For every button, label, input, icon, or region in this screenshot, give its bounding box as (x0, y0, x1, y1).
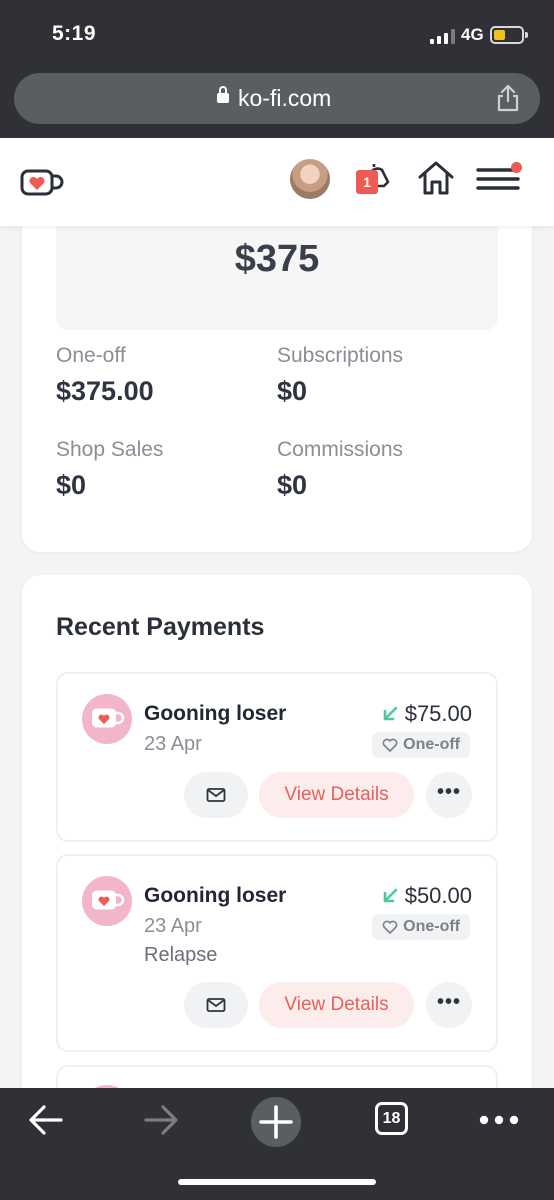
kofi-cup-icon (92, 708, 125, 728)
payment-type-tag: One-off (372, 732, 470, 758)
supporter-avatar (82, 876, 132, 926)
view-details-button[interactable]: View Details (259, 772, 414, 818)
stat-label-subscriptions: Subscriptions (277, 344, 404, 367)
stat-value-commissions: $0 (277, 470, 308, 500)
stat-value-subscriptions: $0 (277, 376, 308, 406)
payment-date: 23 Apr (144, 915, 202, 937)
payment-type-tag: One-off (372, 914, 470, 940)
lock-icon (217, 86, 229, 103)
payment-type-label: One-off (403, 918, 460, 935)
kofi-cup-icon (92, 890, 125, 910)
stat-value-shop-sales: $0 (56, 470, 87, 500)
browser-toolbar: 18 (0, 1088, 554, 1200)
incoming-arrow-icon (383, 706, 398, 721)
payment-amount: $50.00 (381, 883, 472, 909)
network-type: 4G (461, 25, 484, 44)
message-button[interactable] (184, 982, 248, 1028)
home-icon[interactable] (417, 160, 455, 196)
tab-count-button[interactable]: 18 (375, 1102, 408, 1135)
kofi-logo-icon[interactable] (20, 168, 64, 198)
payment-amount-value: $75.00 (404, 701, 472, 726)
forward-arrow-icon[interactable] (143, 1102, 179, 1138)
battery-icon (490, 26, 528, 44)
heart-outline-icon (382, 738, 398, 752)
stat-label-shop-sales: Shop Sales (56, 438, 164, 461)
more-options-button[interactable]: ••• (426, 982, 472, 1028)
payment-amount: $75.00 (381, 701, 472, 727)
notification-badge: 1 (356, 170, 378, 194)
new-tab-plus-icon[interactable] (250, 1096, 302, 1148)
menu-alert-dot (511, 162, 522, 173)
status-time: 5:19 (52, 22, 97, 45)
notifications-button[interactable]: 1 (356, 160, 392, 196)
signal-icon (430, 28, 455, 44)
user-avatar[interactable] (290, 159, 330, 199)
heart-outline-icon (382, 920, 398, 934)
recent-payments-card: Recent Payments Gooning loser 23 Apr $75… (22, 575, 532, 1135)
supporter-name: Gooning loser (144, 702, 287, 725)
recent-payments-title: Recent Payments (56, 613, 265, 641)
payment-date: 23 Apr (144, 733, 202, 755)
site-header: 1 (0, 138, 554, 226)
payment-amount-value: $50.00 (404, 883, 472, 908)
stat-value-one-off: $375.00 (56, 376, 154, 406)
payment-item: Gooning loser 23 Apr Relapse $50.00 One-… (56, 854, 498, 1052)
stat-label-commissions: Commissions (277, 438, 404, 461)
earnings-summary-card: $375 One-off $375.00 Subscriptions $0 Sh… (22, 190, 532, 552)
share-icon[interactable] (496, 84, 520, 112)
supporter-avatar (82, 694, 132, 744)
incoming-arrow-icon (383, 888, 398, 903)
payment-item: Gooning loser 23 Apr $75.00 One-off View… (56, 672, 498, 842)
status-bar: 5:19 4G (0, 0, 554, 66)
more-menu-icon[interactable] (478, 1108, 520, 1132)
supporter-name: Gooning loser (144, 884, 287, 907)
home-indicator (178, 1179, 376, 1185)
url-text: ko-fi.com (238, 85, 332, 111)
view-details-button[interactable]: View Details (259, 982, 414, 1028)
url-bar[interactable]: ko-fi.com (14, 73, 540, 124)
back-arrow-icon[interactable] (28, 1102, 64, 1138)
stat-label-one-off: One-off (56, 344, 126, 367)
total-earnings-value: $375 (234, 238, 320, 280)
payment-type-label: One-off (403, 736, 460, 753)
more-options-button[interactable]: ••• (426, 772, 472, 818)
browser-address-area: ko-fi.com (0, 66, 554, 138)
payment-note: Relapse (144, 944, 218, 966)
envelope-icon (206, 998, 226, 1012)
envelope-icon (206, 788, 226, 802)
message-button[interactable] (184, 772, 248, 818)
